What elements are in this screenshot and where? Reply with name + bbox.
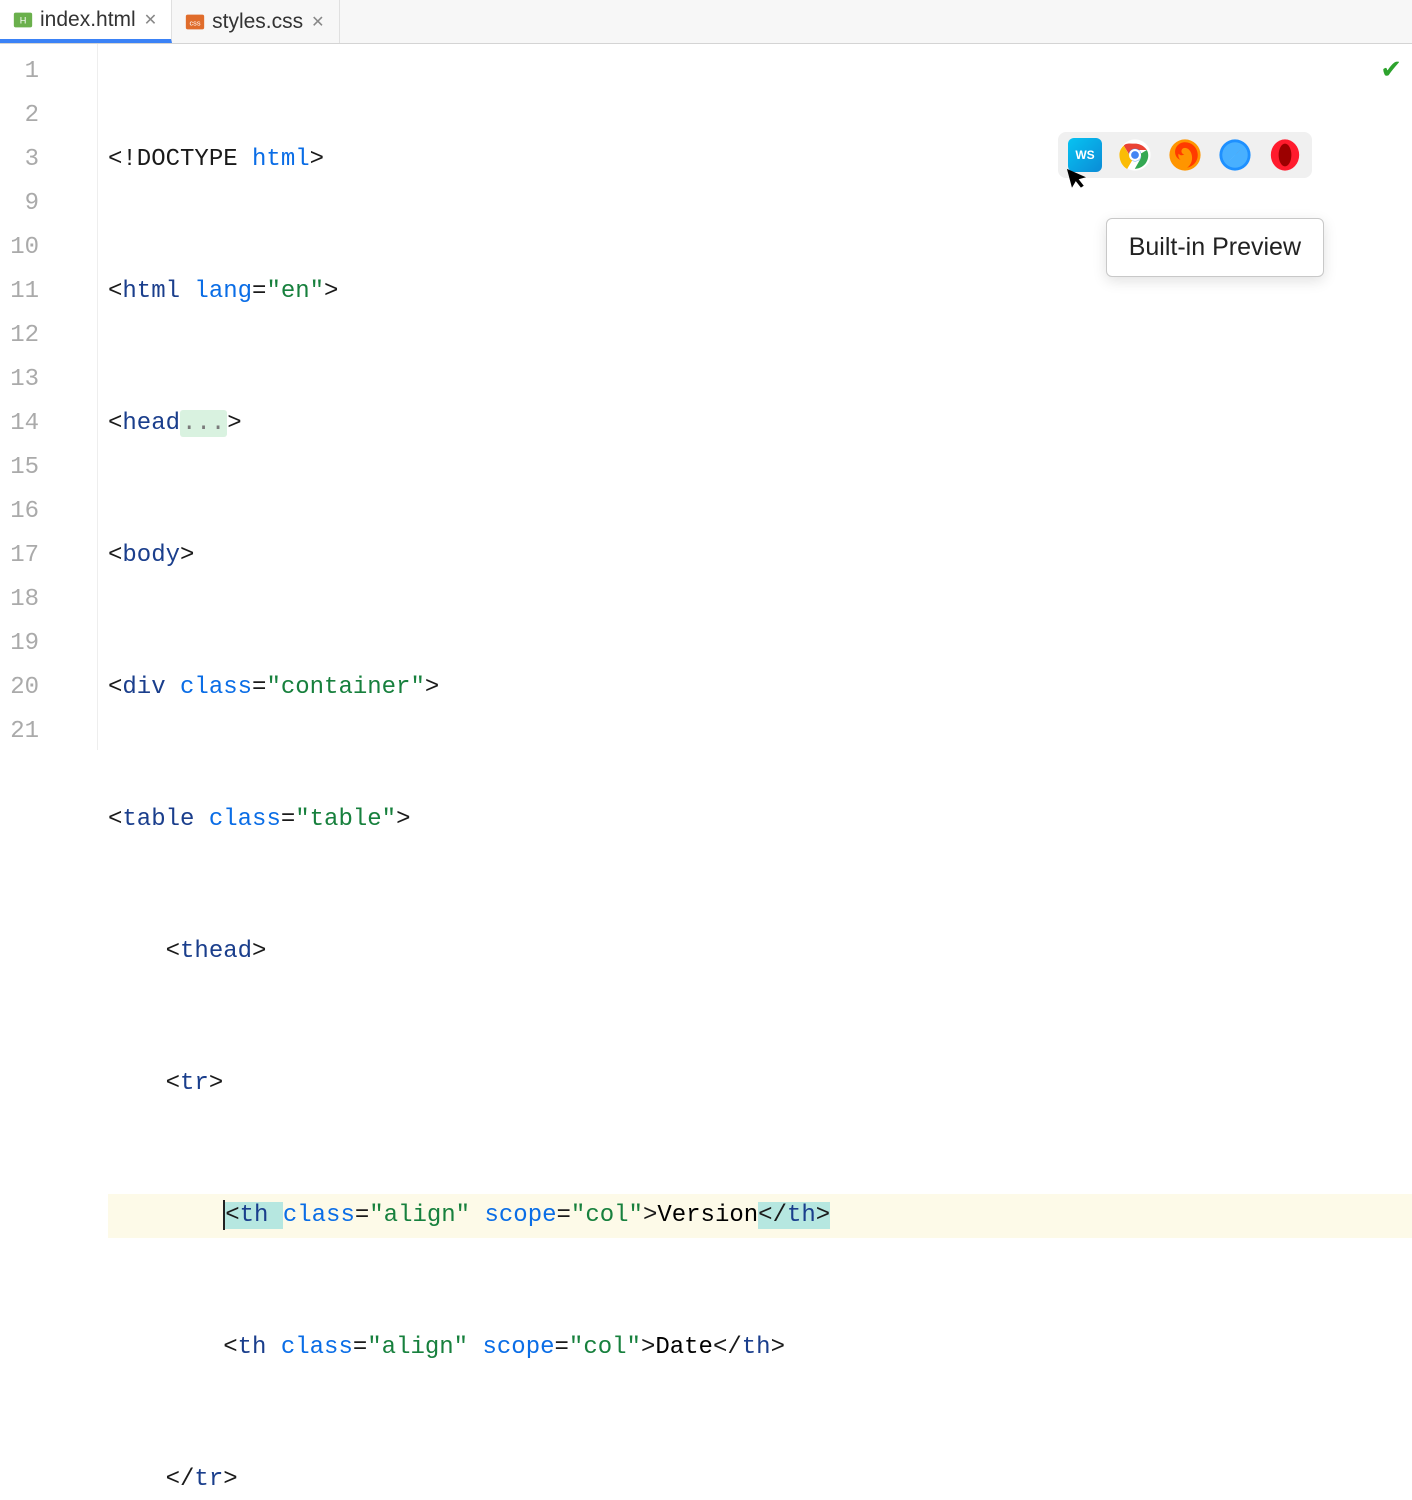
close-icon[interactable]: ✕ — [309, 10, 326, 34]
line-number[interactable]: 17 — [0, 534, 97, 578]
line-number[interactable]: 9 — [0, 182, 97, 226]
line-number[interactable]: 15 — [0, 446, 97, 490]
code-line[interactable]: <th class="align" scope="col">Date</th> — [108, 1326, 1412, 1370]
tooltip-text: Built-in Preview — [1129, 233, 1301, 261]
line-number[interactable]: 1 — [0, 50, 97, 94]
code-line[interactable]: <tr> — [108, 1062, 1412, 1106]
chrome-icon[interactable] — [1118, 138, 1152, 172]
tab-index-html[interactable]: H index.html ✕ — [0, 0, 172, 43]
tab-label: styles.css — [212, 10, 303, 34]
line-number[interactable]: 21 — [0, 710, 97, 754]
tab-label: index.html — [40, 8, 136, 32]
opera-icon[interactable] — [1268, 138, 1302, 172]
code-line[interactable]: <thead> — [108, 930, 1412, 974]
svg-text:css: css — [190, 18, 201, 27]
tabs-bar: H index.html ✕ css styles.css ✕ — [0, 0, 1412, 44]
line-number[interactable]: 11 — [0, 270, 97, 314]
line-number[interactable]: 16 — [0, 490, 97, 534]
folded-region[interactable]: ... — [180, 410, 227, 437]
tooltip: Built-in Preview — [1106, 218, 1324, 277]
line-number[interactable]: 12 — [0, 314, 97, 358]
line-number[interactable]: 3 — [0, 138, 97, 182]
code-line[interactable]: <body> — [108, 534, 1412, 578]
line-number[interactable]: 20 — [0, 666, 97, 710]
safari-icon[interactable] — [1218, 138, 1252, 172]
line-number[interactable]: 19 — [0, 622, 97, 666]
browser-preview-popup: WS — [1058, 132, 1312, 178]
tab-styles-css[interactable]: css styles.css ✕ — [172, 0, 339, 43]
code-line-current[interactable]: <th class="align" scope="col">Version</t… — [108, 1194, 1412, 1238]
inspection-ok-icon[interactable]: ✔ — [1380, 54, 1402, 85]
code-line[interactable]: </tr> — [108, 1458, 1412, 1500]
html-file-icon: H — [12, 9, 34, 31]
code-line[interactable]: <div class="container"> — [108, 666, 1412, 710]
firefox-icon[interactable] — [1168, 138, 1202, 172]
close-icon[interactable]: ✕ — [142, 8, 159, 32]
gutter: 1 2 3 9 10 11 12 13 14 15 16 17 18 19 20… — [0, 44, 98, 750]
line-number[interactable]: 13 — [0, 358, 97, 402]
line-number[interactable]: 10 — [0, 226, 97, 270]
code-line[interactable]: <head...> — [108, 402, 1412, 446]
css-file-icon: css — [184, 11, 206, 33]
line-number[interactable]: 14 — [0, 402, 97, 446]
code-line[interactable]: <table class="table"> — [108, 798, 1412, 842]
svg-text:H: H — [20, 15, 27, 25]
line-number[interactable]: 18 — [0, 578, 97, 622]
line-number[interactable]: 2 — [0, 94, 97, 138]
